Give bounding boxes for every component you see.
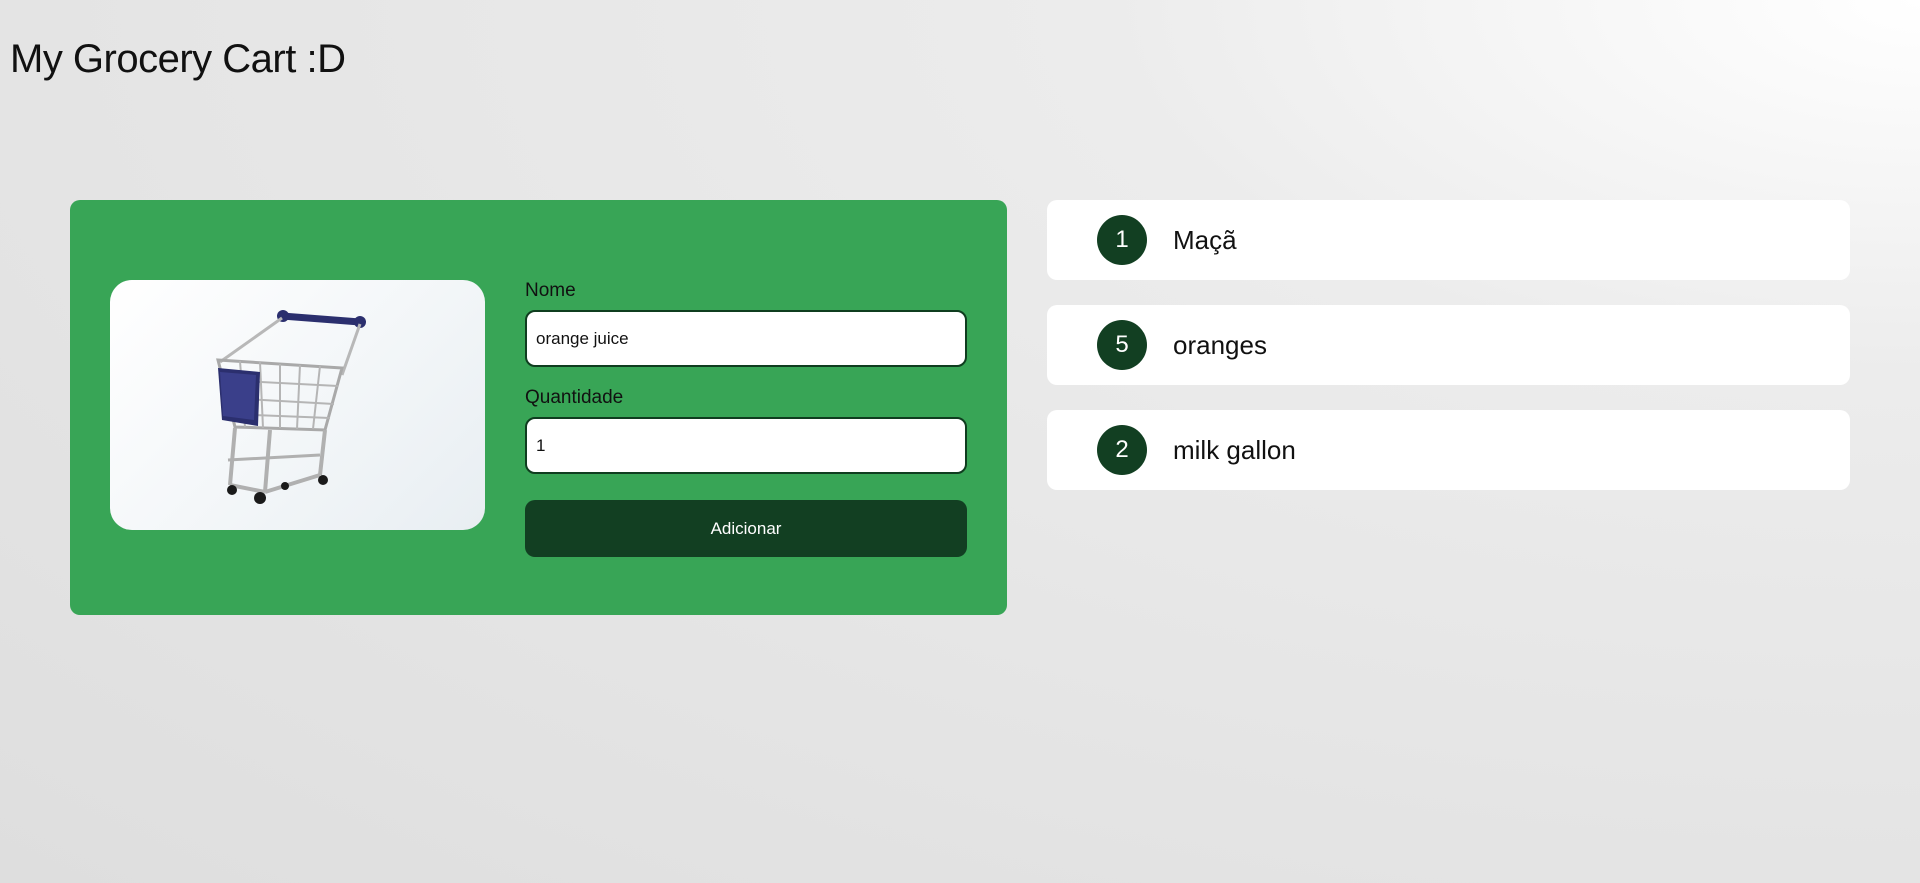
item-name: milk gallon xyxy=(1173,434,1296,465)
name-label: Nome xyxy=(525,280,576,301)
quantity-input[interactable] xyxy=(525,417,967,474)
grocery-list: 1 Maçã 5 oranges 2 milk gallon xyxy=(1047,200,1850,515)
add-button[interactable]: Adicionar xyxy=(525,500,967,557)
quantity-field-group: Quantidade xyxy=(525,387,967,474)
item-name: oranges xyxy=(1173,329,1267,360)
quantity-label: Quantidade xyxy=(525,387,624,408)
list-item: 1 Maçã xyxy=(1047,200,1850,280)
name-input[interactable] xyxy=(525,310,967,367)
item-name: Maçã xyxy=(1173,224,1237,255)
shopping-cart-image xyxy=(110,280,485,530)
quantity-badge: 5 xyxy=(1097,320,1147,370)
item-form: Nome Quantidade Adicionar xyxy=(525,280,967,557)
quantity-badge: 2 xyxy=(1097,425,1147,475)
quantity-badge: 1 xyxy=(1097,215,1147,265)
list-item: 2 milk gallon xyxy=(1047,410,1850,490)
list-item: 5 oranges xyxy=(1047,305,1850,385)
shopping-cart-icon xyxy=(216,310,366,504)
page-title: My Grocery Cart :D xyxy=(10,37,346,81)
add-item-panel: Nome Quantidade Adicionar xyxy=(70,200,1007,615)
